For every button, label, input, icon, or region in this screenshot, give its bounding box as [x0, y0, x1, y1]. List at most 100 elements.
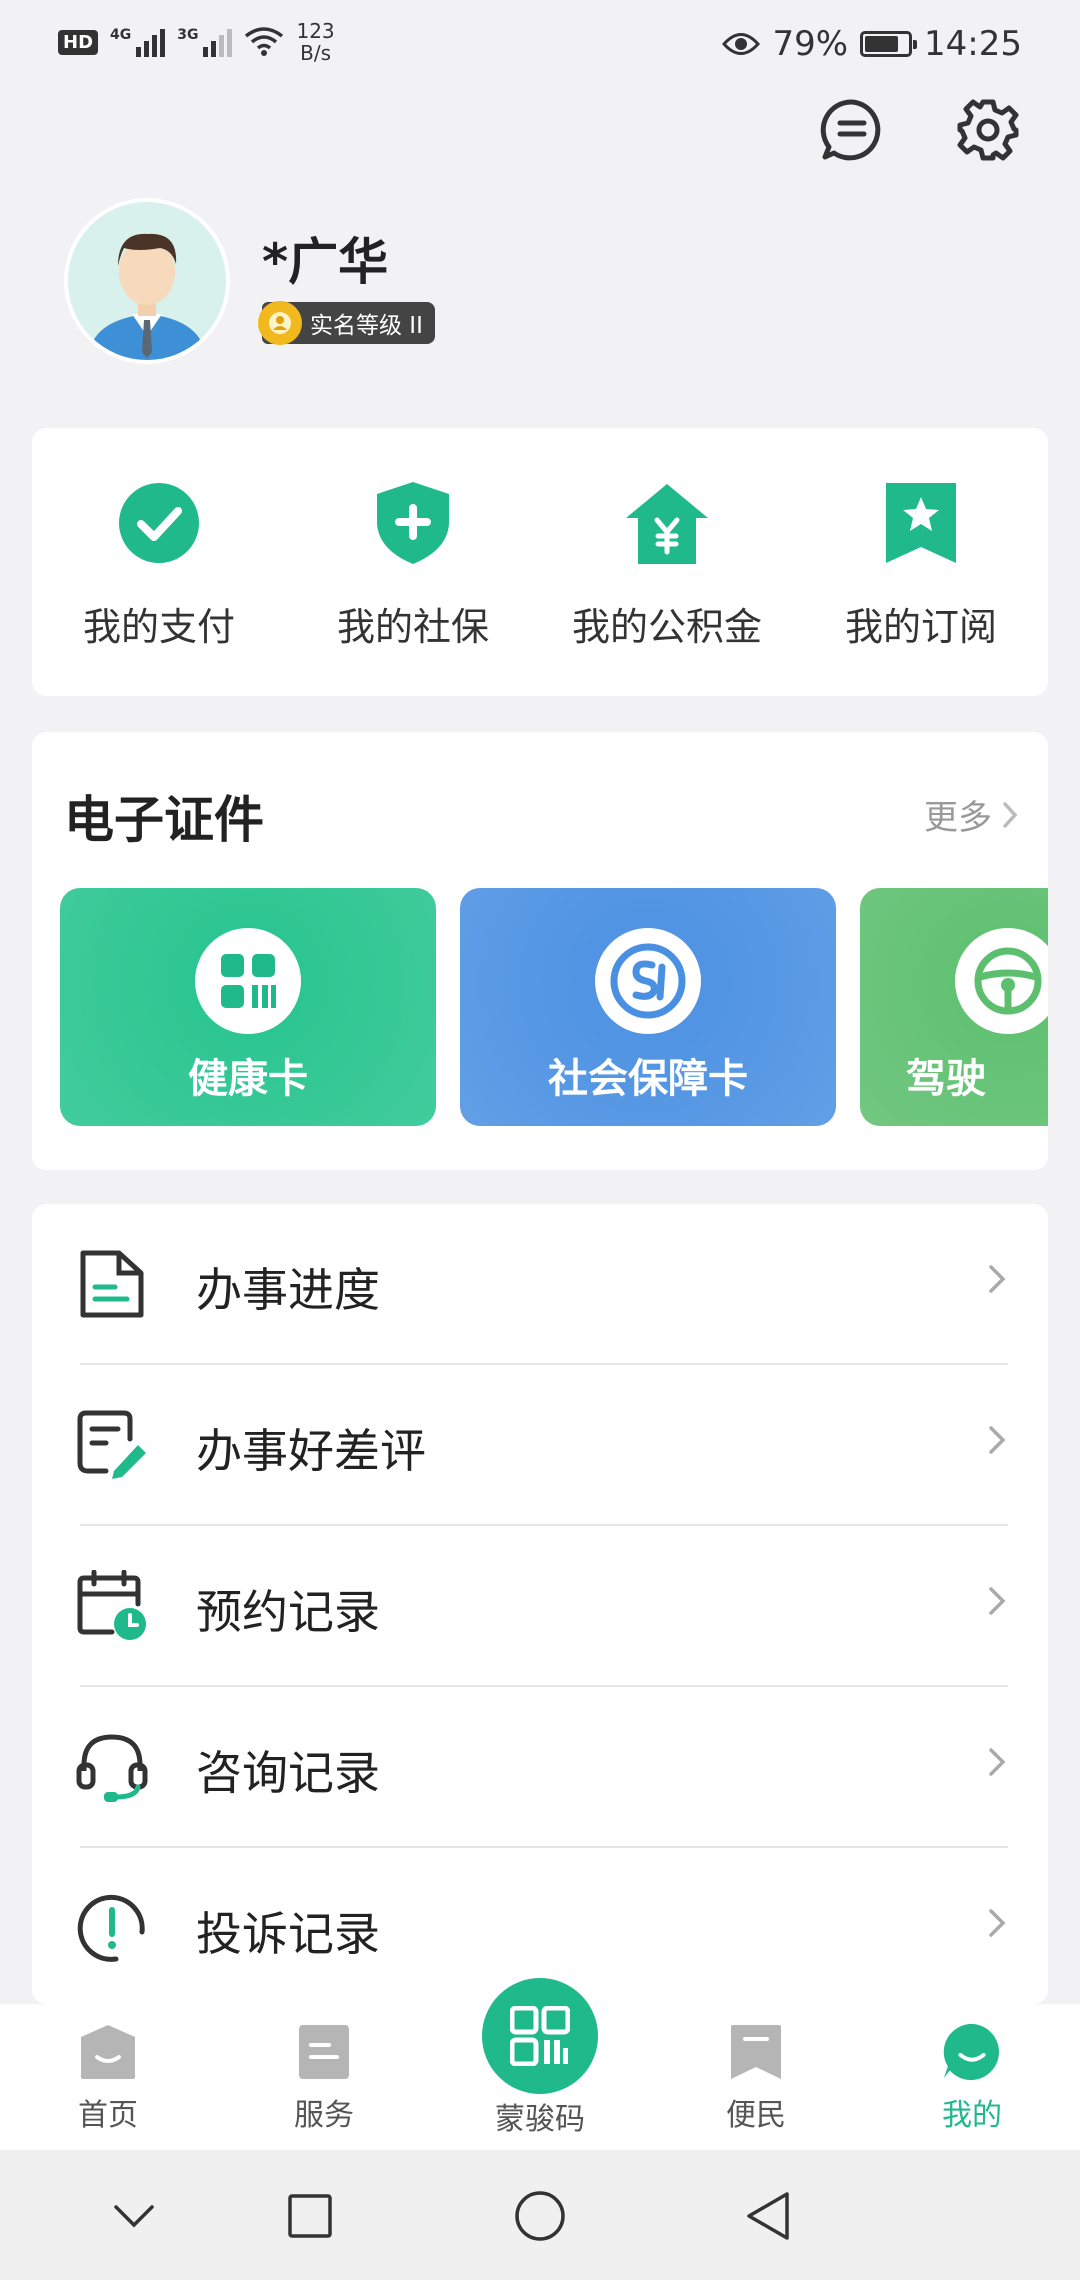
- network-speed-unit: B/s: [300, 41, 332, 65]
- more-link[interactable]: 更多: [924, 790, 1018, 839]
- cert-social-security-card[interactable]: 社会保障卡: [460, 888, 836, 1126]
- document-progress-icon: [80, 1250, 144, 1318]
- health-code-button[interactable]: [478, 1974, 602, 2098]
- system-navigation-bar: [0, 2150, 1080, 2280]
- bookmark-star-icon: [886, 483, 956, 563]
- e-certificates-card: 电子证件 更多 健康卡 社会保障卡 驾驶: [32, 732, 1048, 1170]
- messages-button[interactable]: [814, 92, 890, 168]
- check-circle-icon: [119, 483, 199, 563]
- chevron-right-icon: [989, 1265, 1006, 1293]
- bottom-tab-bar: 首页 服务 蒙骏码 便民 我的: [0, 1974, 1080, 2150]
- settings-button[interactable]: [950, 92, 1026, 168]
- wifi-icon: [245, 27, 284, 56]
- home-icon: [81, 2025, 135, 2079]
- battery-fill: [865, 36, 899, 52]
- chevron-right-icon: [989, 1426, 1006, 1454]
- chevron-right-icon: [989, 1748, 1006, 1776]
- chevron-right-icon: [989, 1909, 1006, 1937]
- gear-icon: [957, 99, 1019, 161]
- cert-label: 社会保障卡: [548, 1056, 748, 1102]
- bookmark-tab-icon: [731, 2025, 781, 2079]
- triangle-back-icon: [747, 2192, 789, 2240]
- status-bar: HD 4G 3G 123 B/s 79% 14:25: [0, 0, 1080, 90]
- user-badge-icon: [258, 301, 302, 345]
- recents-button[interactable]: [280, 2186, 340, 2246]
- tab-label: 蒙骏码: [495, 2102, 585, 2137]
- quick-action-my-social-security[interactable]: 我的社保: [286, 478, 540, 651]
- realname-level-label: 实名等级 II: [310, 313, 423, 339]
- profile-tab-icon: [943, 2023, 999, 2081]
- eye-comfort-icon: [722, 33, 761, 55]
- qr-grid-icon: [195, 928, 301, 1034]
- hd-label: HD: [58, 29, 99, 55]
- menu-item-label: 办事好差评: [196, 1424, 426, 1478]
- more-label: 更多: [924, 798, 992, 838]
- back-button[interactable]: [738, 2186, 798, 2246]
- services-doc-icon: [299, 2025, 349, 2079]
- menu-item-rating[interactable]: 办事好差评: [32, 1365, 1048, 1526]
- battery-icon: [860, 31, 918, 57]
- menu-item-label: 办事进度: [196, 1263, 380, 1317]
- menu-item-progress[interactable]: 办事进度: [32, 1204, 1048, 1365]
- chevron-down-icon: [114, 2205, 154, 2228]
- headset-icon: [76, 1734, 148, 1802]
- quick-action-my-subscription[interactable]: 我的订阅: [794, 478, 1048, 651]
- quick-action-my-payment[interactable]: 我的支付: [32, 478, 286, 651]
- services-menu-card: 办事进度 办事好差评 预约记录 咨询记录 投诉记录: [32, 1204, 1048, 2004]
- menu-item-label: 预约记录: [196, 1585, 380, 1639]
- chevron-right-icon: [1003, 801, 1018, 828]
- cert-label: 健康卡: [188, 1056, 308, 1102]
- qr-code-icon: [510, 2006, 570, 2066]
- collapse-button[interactable]: [104, 2186, 164, 2246]
- menu-item-appointments[interactable]: 预约记录: [32, 1526, 1048, 1687]
- tab-mine[interactable]: 我的: [864, 2004, 1080, 2134]
- note-edit-icon: [77, 1410, 146, 1479]
- square-icon: [288, 2194, 332, 2238]
- network-speed: 123 B/s: [296, 20, 334, 64]
- clock: 14:25: [924, 24, 1022, 64]
- battery-percent: 79%: [772, 24, 849, 64]
- tab-label: 我的: [942, 2098, 1002, 2133]
- status-right: 79% 14:25: [722, 24, 1022, 64]
- quick-action-my-housing-fund[interactable]: 我的公积金: [540, 478, 794, 651]
- calendar-clock-icon: [77, 1570, 146, 1640]
- signal-4g-icon: 4G: [110, 27, 166, 57]
- cert-label: 驾驶: [906, 1056, 986, 1102]
- social-security-logo-icon: [595, 928, 701, 1034]
- tab-label: 便民: [726, 2098, 786, 2133]
- quick-action-label: 我的订阅: [844, 605, 997, 649]
- tab-services[interactable]: 服务: [216, 2004, 432, 2134]
- quick-action-label: 我的支付: [82, 605, 235, 649]
- cert-driving-license[interactable]: 驾驶: [860, 888, 1048, 1126]
- network-speed-value: 123: [296, 19, 335, 43]
- menu-item-label: 咨询记录: [196, 1746, 380, 1800]
- circle-icon: [515, 2191, 565, 2241]
- avatar[interactable]: [64, 198, 230, 364]
- tab-home[interactable]: 首页: [0, 2004, 216, 2134]
- tab-label: 服务: [294, 2098, 354, 2133]
- tab-health-code[interactable]: 蒙骏码: [432, 1974, 648, 2138]
- menu-item-label: 投诉记录: [196, 1907, 380, 1961]
- signal-3g-label: 3G: [177, 27, 199, 43]
- house-yuan-icon: [626, 484, 708, 564]
- signal-4g-label: 4G: [110, 27, 132, 43]
- home-button[interactable]: [510, 2186, 570, 2246]
- hd-indicator: HD: [58, 29, 99, 55]
- menu-item-consultations[interactable]: 咨询记录: [32, 1687, 1048, 1848]
- section-title: 电子证件: [64, 791, 264, 849]
- cert-health-card[interactable]: 健康卡: [60, 888, 436, 1126]
- signal-3g-icon: 3G: [177, 27, 233, 57]
- tab-label: 首页: [78, 2098, 138, 2133]
- quick-action-label: 我的公积金: [571, 605, 762, 649]
- quick-actions-card: 我的支付 我的社保 我的公积金 我的订阅: [32, 428, 1048, 696]
- alert-circle-icon: [77, 1894, 145, 1962]
- tab-convenience[interactable]: 便民: [648, 2004, 864, 2134]
- user-name: *广华: [262, 233, 389, 291]
- quick-action-label: 我的社保: [336, 605, 489, 649]
- chevron-right-icon: [989, 1587, 1006, 1615]
- shield-plus-icon: [377, 482, 449, 564]
- status-left: HD 4G 3G 123 B/s: [58, 20, 335, 64]
- realname-level-badge[interactable]: 实名等级 II: [258, 301, 435, 345]
- steering-wheel-icon: [955, 928, 1048, 1034]
- message-icon: [820, 99, 881, 161]
